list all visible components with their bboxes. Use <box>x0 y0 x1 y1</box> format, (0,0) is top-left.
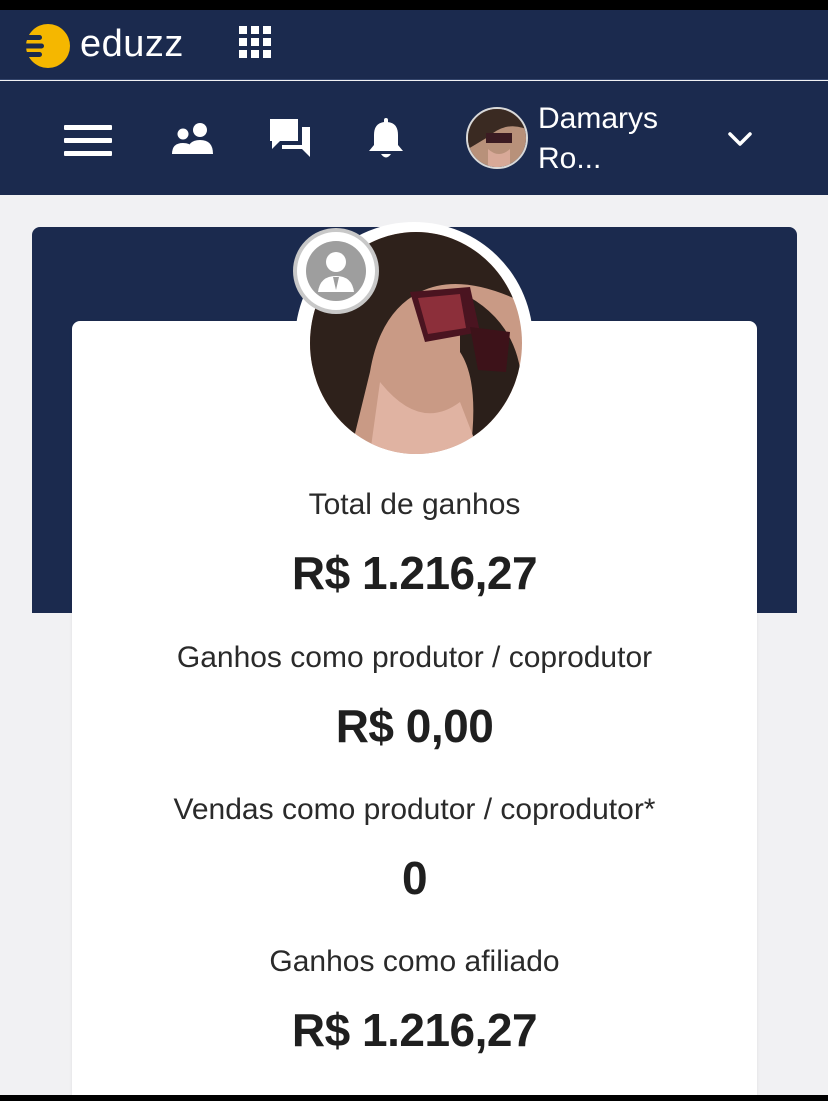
level-badge-icon <box>306 241 366 301</box>
level-badge[interactable] <box>293 228 379 314</box>
app-frame: eduzz Damarys Ro... Total de ganhos R$ 1… <box>0 10 828 1095</box>
producer-earnings-label: Ganhos como produtor / coprodutor <box>176 641 653 674</box>
brand-name: eduzz <box>80 23 184 65</box>
user-name-line2: Ro... <box>538 142 602 175</box>
eduzz-logo[interactable] <box>22 22 70 70</box>
avatar-photo-icon <box>468 109 526 167</box>
user-name-line1: Damarys <box>538 102 659 135</box>
producer-earnings-value: R$ 0,00 <box>335 700 494 752</box>
nav-bar: Damarys Ro... <box>0 81 828 195</box>
chat-icon[interactable] <box>268 117 312 159</box>
users-icon[interactable] <box>170 121 216 155</box>
producer-sales-value: 0 <box>401 852 428 904</box>
menu-icon[interactable] <box>62 121 114 161</box>
brand-bar: eduzz <box>0 10 828 80</box>
bell-icon[interactable] <box>366 117 406 161</box>
total-earnings-label: Total de ganhos <box>308 488 521 521</box>
affiliate-earnings-value: R$ 1.216,27 <box>291 1004 538 1056</box>
chevron-down-icon[interactable] <box>726 125 754 153</box>
apps-grid-icon[interactable] <box>238 25 272 59</box>
user-name[interactable]: Damarys Ro... <box>538 99 698 179</box>
total-earnings-value: R$ 1.216,27 <box>291 547 538 599</box>
producer-sales-label: Vendas como produtor / coprodutor* <box>173 793 656 826</box>
affiliate-earnings-label: Ganhos como afiliado <box>269 945 560 978</box>
user-avatar[interactable] <box>466 107 528 169</box>
